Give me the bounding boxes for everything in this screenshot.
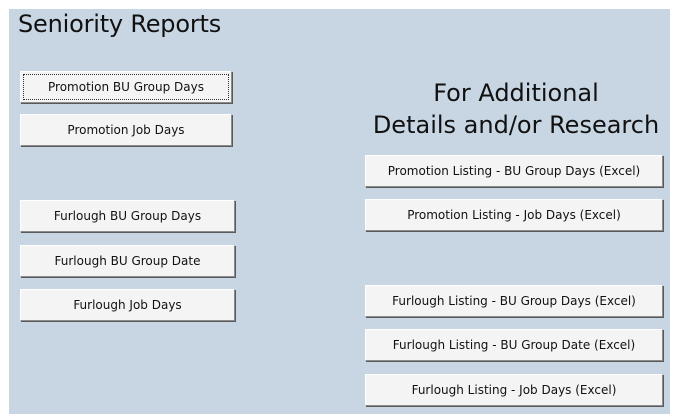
- furlough-listing-bu-group-date-excel-button[interactable]: Furlough Listing - BU Group Date (Excel): [365, 329, 663, 361]
- heading-line-1: For Additional: [433, 79, 599, 107]
- furlough-bu-group-date-button[interactable]: Furlough BU Group Date: [20, 245, 235, 277]
- furlough-bu-group-days-button[interactable]: Furlough BU Group Days: [20, 200, 235, 232]
- additional-details-heading: For Additional Details and/or Research: [362, 77, 670, 141]
- furlough-listing-bu-group-days-excel-button[interactable]: Furlough Listing - BU Group Days (Excel): [365, 285, 663, 317]
- heading-line-2: Details and/or Research: [372, 111, 660, 139]
- page-title: Seniority Reports: [18, 10, 222, 38]
- furlough-listing-job-days-excel-button[interactable]: Furlough Listing - Job Days (Excel): [365, 374, 663, 406]
- promotion-listing-job-days-excel-button[interactable]: Promotion Listing - Job Days (Excel): [365, 199, 663, 231]
- promotion-bu-group-days-button[interactable]: Promotion BU Group Days: [20, 71, 232, 103]
- furlough-job-days-button[interactable]: Furlough Job Days: [20, 289, 235, 321]
- promotion-job-days-button[interactable]: Promotion Job Days: [20, 114, 232, 146]
- promotion-listing-bu-group-days-excel-button[interactable]: Promotion Listing - BU Group Days (Excel…: [365, 155, 663, 187]
